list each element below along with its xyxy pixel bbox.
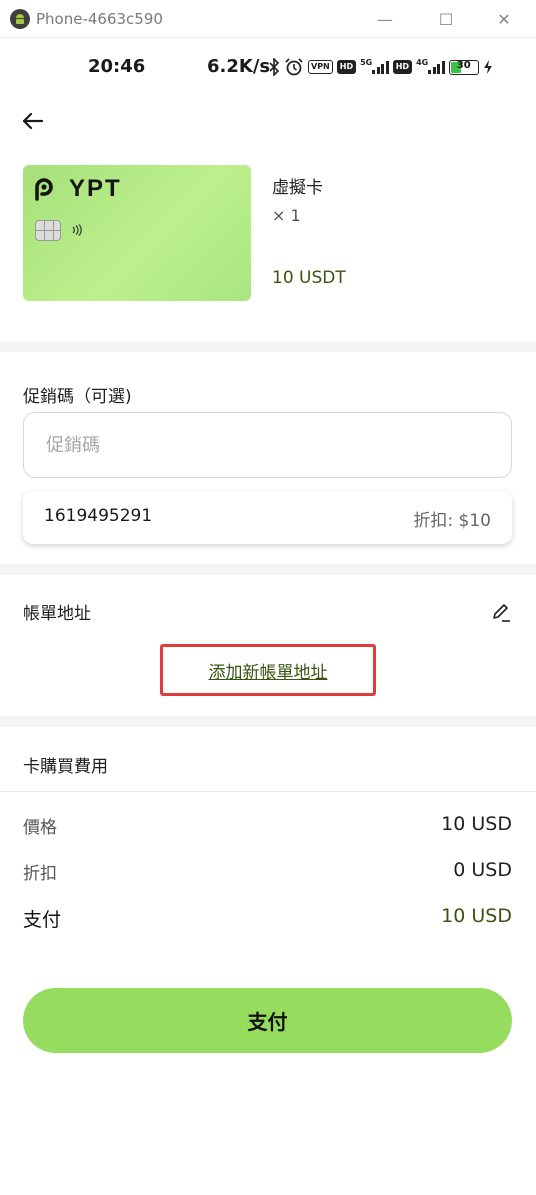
add-billing-address-link[interactable]: 添加新帳單地址: [160, 644, 376, 696]
coupon-code: 1619495291: [44, 506, 153, 526]
vpn-tag: VPN: [308, 60, 333, 74]
hd-tag: HD: [392, 60, 413, 74]
fee-divider: [0, 791, 536, 792]
pay-button[interactable]: 支付: [23, 988, 512, 1053]
alarm-icon: [284, 57, 304, 77]
minimize-button[interactable]: —: [372, 6, 398, 32]
card-brand: YPT: [69, 175, 122, 202]
window-titlebar: Phone-4663c590 — ☐ ✕: [0, 0, 536, 38]
billing-address-label: 帳單地址: [23, 604, 91, 624]
back-arrow-icon[interactable]: [18, 106, 48, 136]
status-bar: 20:46 6.2K/s VPN HD 5G HD 4G 30: [0, 40, 536, 98]
product-quantity: × 1: [272, 206, 301, 225]
status-time: 20:46: [88, 56, 146, 77]
edit-pencil-icon[interactable]: [490, 601, 512, 627]
section-divider: [0, 564, 536, 575]
add-billing-address-text: 添加新帳單地址: [208, 662, 328, 683]
status-icons: VPN HD 5G HD 4G 30: [268, 55, 497, 79]
section-divider: [0, 716, 536, 727]
ypt-logo-icon: [35, 178, 53, 201]
close-button[interactable]: ✕: [491, 6, 517, 32]
contactless-icon: [72, 224, 82, 236]
android-icon: [10, 9, 30, 29]
pay-total-label: 支付: [23, 909, 62, 931]
window-title: Phone-4663c590: [36, 10, 163, 28]
charging-icon: [483, 59, 493, 75]
vpn-icon: VPN: [308, 60, 333, 74]
discount-value: 0 USD: [453, 859, 512, 881]
coupon-discount: 折扣: $10: [413, 511, 491, 531]
coupon-item[interactable]: 1619495291 折扣: $10: [23, 491, 512, 544]
network-speed: 6.2K/s: [207, 56, 271, 77]
net-label: 4G: [416, 57, 429, 67]
net-label: 5G: [360, 57, 373, 67]
price-label: 價格: [23, 818, 57, 838]
product-price: 10 USDT: [272, 268, 346, 288]
card-fee-title: 卡購買費用: [23, 757, 108, 777]
section-divider: [0, 341, 536, 352]
chip-icon: [35, 220, 61, 241]
hd-icon-2: HD: [392, 60, 413, 74]
virtual-card-image: YPT: [23, 165, 251, 301]
maximize-button[interactable]: ☐: [433, 6, 459, 32]
discount-label: 折扣: [23, 864, 57, 884]
price-value: 10 USD: [441, 813, 512, 835]
product-name: 虛擬卡: [272, 178, 323, 198]
signal-5g-icon: 5G: [360, 57, 389, 74]
signal-4g-icon: 4G: [416, 57, 445, 74]
battery-icon: 30: [448, 59, 479, 75]
pay-total-value: 10 USD: [441, 905, 512, 927]
battery-level: 30: [456, 59, 471, 71]
hd-icon: HD: [336, 60, 357, 74]
hd-tag: HD: [336, 60, 357, 74]
promo-code-input[interactable]: [23, 412, 512, 478]
card-logo: YPT: [33, 175, 122, 203]
promo-code-label: 促銷碼（可選): [23, 387, 132, 407]
bluetooth-icon: [268, 58, 280, 76]
